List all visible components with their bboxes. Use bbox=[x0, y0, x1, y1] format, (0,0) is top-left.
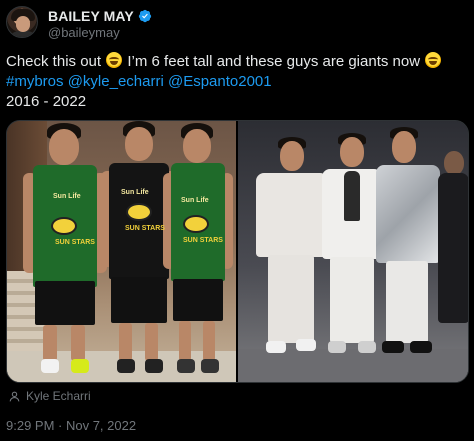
jersey-event-text: SUN STARS bbox=[125, 225, 165, 232]
tweet-text-segment: I’m 6 feet tall and these guys are giant… bbox=[123, 53, 425, 70]
right-photo[interactable] bbox=[238, 121, 468, 382]
tweet-line-2: #mybros @kyle_echarri @Espanto2001 bbox=[6, 72, 466, 92]
tweet: BAILEY MAY @baileymay Check this out I’m… bbox=[0, 0, 474, 441]
jersey-brand-text: Sun Life bbox=[181, 197, 209, 204]
person-icon bbox=[9, 391, 20, 401]
author-name-row[interactable]: BAILEY MAY bbox=[48, 8, 152, 24]
mention-link[interactable]: @kyle_echarri bbox=[68, 73, 164, 90]
media-tag-name[interactable]: Kyle Echarri bbox=[26, 389, 91, 403]
media-tag[interactable]: Kyle Echarri bbox=[8, 389, 91, 403]
left-photo[interactable]: Sun Life Sun Life Sun Life SUN STARS SUN… bbox=[7, 121, 236, 382]
verified-badge-icon bbox=[138, 9, 151, 23]
hashtag-link[interactable]: #mybros bbox=[6, 73, 64, 90]
jersey-event-text: SUN STARS bbox=[55, 239, 95, 246]
display-name[interactable]: BAILEY MAY bbox=[48, 8, 134, 24]
timestamp[interactable]: 9:29 PM · Nov 7, 2022 bbox=[6, 418, 136, 433]
jersey-brand-text: Sun Life bbox=[53, 193, 81, 200]
tweet-text-segment: Check this out bbox=[6, 53, 106, 70]
joy-emoji-icon bbox=[425, 52, 442, 68]
jersey-brand-text: Sun Life bbox=[121, 189, 149, 196]
tweet-text: Check this out I’m 6 feet tall and these… bbox=[6, 52, 466, 112]
handle[interactable]: @baileymay bbox=[48, 25, 120, 40]
tweet-line-3: 2016 - 2022 bbox=[6, 93, 87, 110]
mention-link[interactable]: @Espanto2001 bbox=[168, 73, 272, 90]
joy-emoji-icon bbox=[106, 52, 123, 68]
media-grid: Sun Life Sun Life Sun Life SUN STARS SUN… bbox=[6, 120, 469, 383]
tweet-line-1: Check this out I’m 6 feet tall and these… bbox=[6, 52, 466, 72]
jersey-event-text: SUN STARS bbox=[183, 237, 223, 244]
avatar[interactable] bbox=[6, 6, 38, 38]
